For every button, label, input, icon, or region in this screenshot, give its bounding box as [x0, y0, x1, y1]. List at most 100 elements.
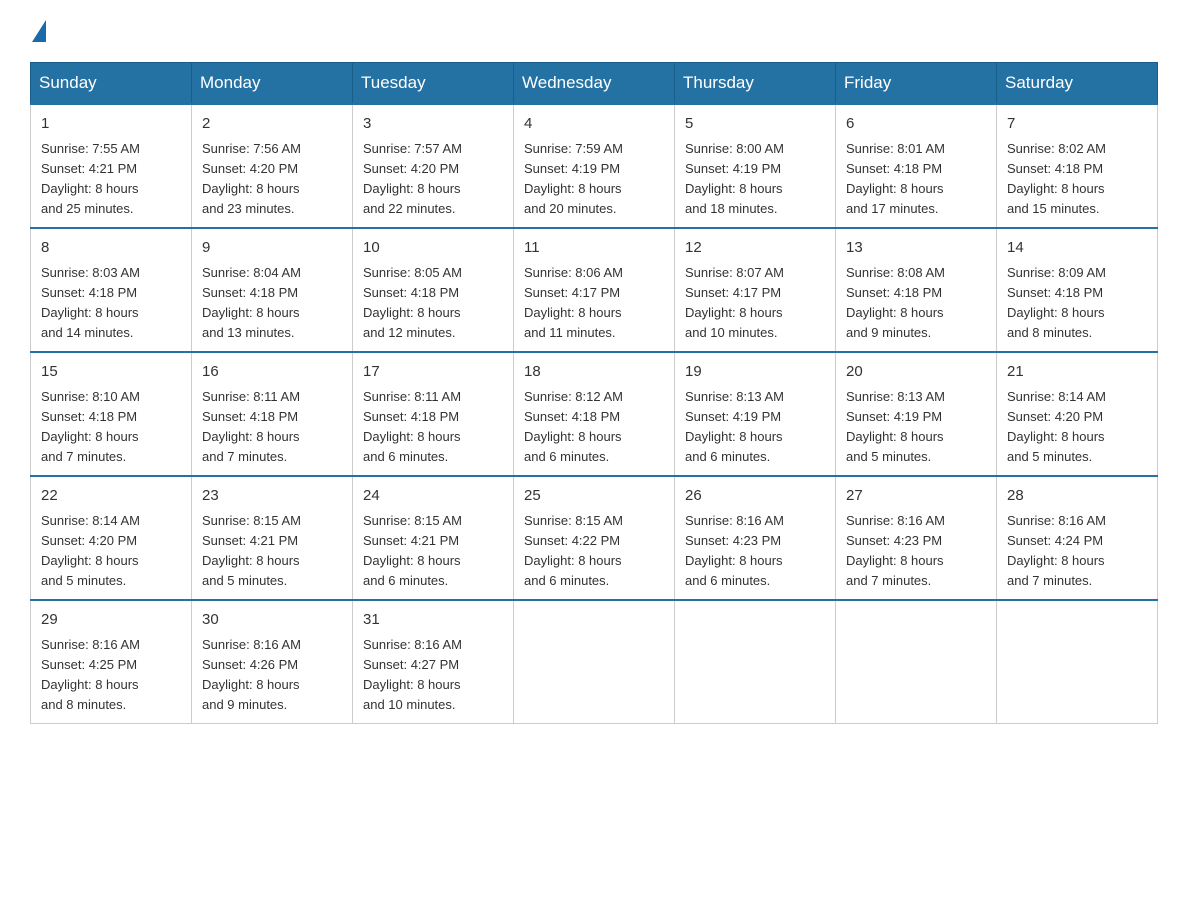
- day-info: Sunrise: 8:11 AMSunset: 4:18 PMDaylight:…: [202, 389, 300, 464]
- day-info: Sunrise: 7:59 AMSunset: 4:19 PMDaylight:…: [524, 141, 623, 216]
- day-number: 26: [685, 485, 825, 508]
- page-header: [30, 20, 1158, 42]
- day-number: 31: [363, 609, 503, 632]
- day-number: 21: [1007, 361, 1147, 384]
- day-number: 6: [846, 113, 986, 136]
- day-info: Sunrise: 8:16 AMSunset: 4:24 PMDaylight:…: [1007, 513, 1106, 588]
- calendar-cell: 13 Sunrise: 8:08 AMSunset: 4:18 PMDaylig…: [836, 228, 997, 352]
- calendar-week-row: 15 Sunrise: 8:10 AMSunset: 4:18 PMDaylig…: [31, 352, 1158, 476]
- calendar-cell: 18 Sunrise: 8:12 AMSunset: 4:18 PMDaylig…: [514, 352, 675, 476]
- day-info: Sunrise: 7:57 AMSunset: 4:20 PMDaylight:…: [363, 141, 462, 216]
- day-info: Sunrise: 8:12 AMSunset: 4:18 PMDaylight:…: [524, 389, 623, 464]
- calendar-week-row: 1 Sunrise: 7:55 AMSunset: 4:21 PMDayligh…: [31, 104, 1158, 228]
- weekday-header-sunday: Sunday: [31, 63, 192, 105]
- day-info: Sunrise: 8:13 AMSunset: 4:19 PMDaylight:…: [846, 389, 945, 464]
- day-number: 15: [41, 361, 181, 384]
- calendar-cell: 1 Sunrise: 7:55 AMSunset: 4:21 PMDayligh…: [31, 104, 192, 228]
- calendar-cell: 17 Sunrise: 8:11 AMSunset: 4:18 PMDaylig…: [353, 352, 514, 476]
- day-number: 8: [41, 237, 181, 260]
- day-info: Sunrise: 8:16 AMSunset: 4:23 PMDaylight:…: [685, 513, 784, 588]
- day-number: 22: [41, 485, 181, 508]
- day-number: 24: [363, 485, 503, 508]
- day-number: 10: [363, 237, 503, 260]
- day-info: Sunrise: 8:14 AMSunset: 4:20 PMDaylight:…: [41, 513, 140, 588]
- day-info: Sunrise: 8:11 AMSunset: 4:18 PMDaylight:…: [363, 389, 461, 464]
- day-number: 7: [1007, 113, 1147, 136]
- calendar-cell: 22 Sunrise: 8:14 AMSunset: 4:20 PMDaylig…: [31, 476, 192, 600]
- calendar-cell: [514, 600, 675, 724]
- day-info: Sunrise: 8:02 AMSunset: 4:18 PMDaylight:…: [1007, 141, 1106, 216]
- day-info: Sunrise: 8:07 AMSunset: 4:17 PMDaylight:…: [685, 265, 784, 340]
- weekday-header-saturday: Saturday: [997, 63, 1158, 105]
- day-number: 13: [846, 237, 986, 260]
- day-info: Sunrise: 8:15 AMSunset: 4:21 PMDaylight:…: [363, 513, 462, 588]
- calendar-cell: 15 Sunrise: 8:10 AMSunset: 4:18 PMDaylig…: [31, 352, 192, 476]
- calendar-cell: 25 Sunrise: 8:15 AMSunset: 4:22 PMDaylig…: [514, 476, 675, 600]
- day-info: Sunrise: 8:14 AMSunset: 4:20 PMDaylight:…: [1007, 389, 1106, 464]
- day-number: 11: [524, 237, 664, 260]
- calendar-cell: 8 Sunrise: 8:03 AMSunset: 4:18 PMDayligh…: [31, 228, 192, 352]
- calendar-cell: 29 Sunrise: 8:16 AMSunset: 4:25 PMDaylig…: [31, 600, 192, 724]
- calendar-cell: 31 Sunrise: 8:16 AMSunset: 4:27 PMDaylig…: [353, 600, 514, 724]
- day-info: Sunrise: 8:00 AMSunset: 4:19 PMDaylight:…: [685, 141, 784, 216]
- day-number: 5: [685, 113, 825, 136]
- calendar-week-row: 22 Sunrise: 8:14 AMSunset: 4:20 PMDaylig…: [31, 476, 1158, 600]
- calendar-cell: 16 Sunrise: 8:11 AMSunset: 4:18 PMDaylig…: [192, 352, 353, 476]
- calendar-cell: 28 Sunrise: 8:16 AMSunset: 4:24 PMDaylig…: [997, 476, 1158, 600]
- day-number: 25: [524, 485, 664, 508]
- calendar-cell: 14 Sunrise: 8:09 AMSunset: 4:18 PMDaylig…: [997, 228, 1158, 352]
- calendar-cell: 10 Sunrise: 8:05 AMSunset: 4:18 PMDaylig…: [353, 228, 514, 352]
- calendar-cell: 2 Sunrise: 7:56 AMSunset: 4:20 PMDayligh…: [192, 104, 353, 228]
- calendar-cell: 20 Sunrise: 8:13 AMSunset: 4:19 PMDaylig…: [836, 352, 997, 476]
- day-number: 12: [685, 237, 825, 260]
- day-number: 30: [202, 609, 342, 632]
- day-info: Sunrise: 8:13 AMSunset: 4:19 PMDaylight:…: [685, 389, 784, 464]
- day-info: Sunrise: 8:08 AMSunset: 4:18 PMDaylight:…: [846, 265, 945, 340]
- day-info: Sunrise: 8:10 AMSunset: 4:18 PMDaylight:…: [41, 389, 140, 464]
- calendar-cell: 30 Sunrise: 8:16 AMSunset: 4:26 PMDaylig…: [192, 600, 353, 724]
- day-number: 2: [202, 113, 342, 136]
- day-number: 4: [524, 113, 664, 136]
- calendar-cell: 4 Sunrise: 7:59 AMSunset: 4:19 PMDayligh…: [514, 104, 675, 228]
- day-number: 28: [1007, 485, 1147, 508]
- day-info: Sunrise: 8:03 AMSunset: 4:18 PMDaylight:…: [41, 265, 140, 340]
- day-info: Sunrise: 7:56 AMSunset: 4:20 PMDaylight:…: [202, 141, 301, 216]
- day-info: Sunrise: 8:16 AMSunset: 4:23 PMDaylight:…: [846, 513, 945, 588]
- day-info: Sunrise: 8:16 AMSunset: 4:25 PMDaylight:…: [41, 637, 140, 712]
- calendar-cell: [675, 600, 836, 724]
- day-number: 18: [524, 361, 664, 384]
- day-info: Sunrise: 8:09 AMSunset: 4:18 PMDaylight:…: [1007, 265, 1106, 340]
- calendar-cell: 7 Sunrise: 8:02 AMSunset: 4:18 PMDayligh…: [997, 104, 1158, 228]
- day-number: 1: [41, 113, 181, 136]
- calendar-cell: 19 Sunrise: 8:13 AMSunset: 4:19 PMDaylig…: [675, 352, 836, 476]
- calendar-cell: 27 Sunrise: 8:16 AMSunset: 4:23 PMDaylig…: [836, 476, 997, 600]
- calendar-cell: 21 Sunrise: 8:14 AMSunset: 4:20 PMDaylig…: [997, 352, 1158, 476]
- calendar-cell: 5 Sunrise: 8:00 AMSunset: 4:19 PMDayligh…: [675, 104, 836, 228]
- weekday-header-friday: Friday: [836, 63, 997, 105]
- day-number: 14: [1007, 237, 1147, 260]
- day-number: 29: [41, 609, 181, 632]
- calendar-week-row: 8 Sunrise: 8:03 AMSunset: 4:18 PMDayligh…: [31, 228, 1158, 352]
- calendar-week-row: 29 Sunrise: 8:16 AMSunset: 4:25 PMDaylig…: [31, 600, 1158, 724]
- calendar-header-row: SundayMondayTuesdayWednesdayThursdayFrid…: [31, 63, 1158, 105]
- calendar-cell: 11 Sunrise: 8:06 AMSunset: 4:17 PMDaylig…: [514, 228, 675, 352]
- calendar-cell: 26 Sunrise: 8:16 AMSunset: 4:23 PMDaylig…: [675, 476, 836, 600]
- calendar-cell: [997, 600, 1158, 724]
- day-info: Sunrise: 8:04 AMSunset: 4:18 PMDaylight:…: [202, 265, 301, 340]
- calendar-cell: 9 Sunrise: 8:04 AMSunset: 4:18 PMDayligh…: [192, 228, 353, 352]
- weekday-header-monday: Monday: [192, 63, 353, 105]
- day-info: Sunrise: 8:15 AMSunset: 4:22 PMDaylight:…: [524, 513, 623, 588]
- day-info: Sunrise: 8:16 AMSunset: 4:26 PMDaylight:…: [202, 637, 301, 712]
- day-info: Sunrise: 8:05 AMSunset: 4:18 PMDaylight:…: [363, 265, 462, 340]
- day-number: 16: [202, 361, 342, 384]
- day-number: 19: [685, 361, 825, 384]
- logo-triangle-icon: [32, 20, 46, 42]
- day-number: 20: [846, 361, 986, 384]
- day-info: Sunrise: 8:01 AMSunset: 4:18 PMDaylight:…: [846, 141, 945, 216]
- calendar-cell: 12 Sunrise: 8:07 AMSunset: 4:17 PMDaylig…: [675, 228, 836, 352]
- day-number: 3: [363, 113, 503, 136]
- weekday-header-tuesday: Tuesday: [353, 63, 514, 105]
- weekday-header-wednesday: Wednesday: [514, 63, 675, 105]
- day-number: 9: [202, 237, 342, 260]
- calendar-cell: [836, 600, 997, 724]
